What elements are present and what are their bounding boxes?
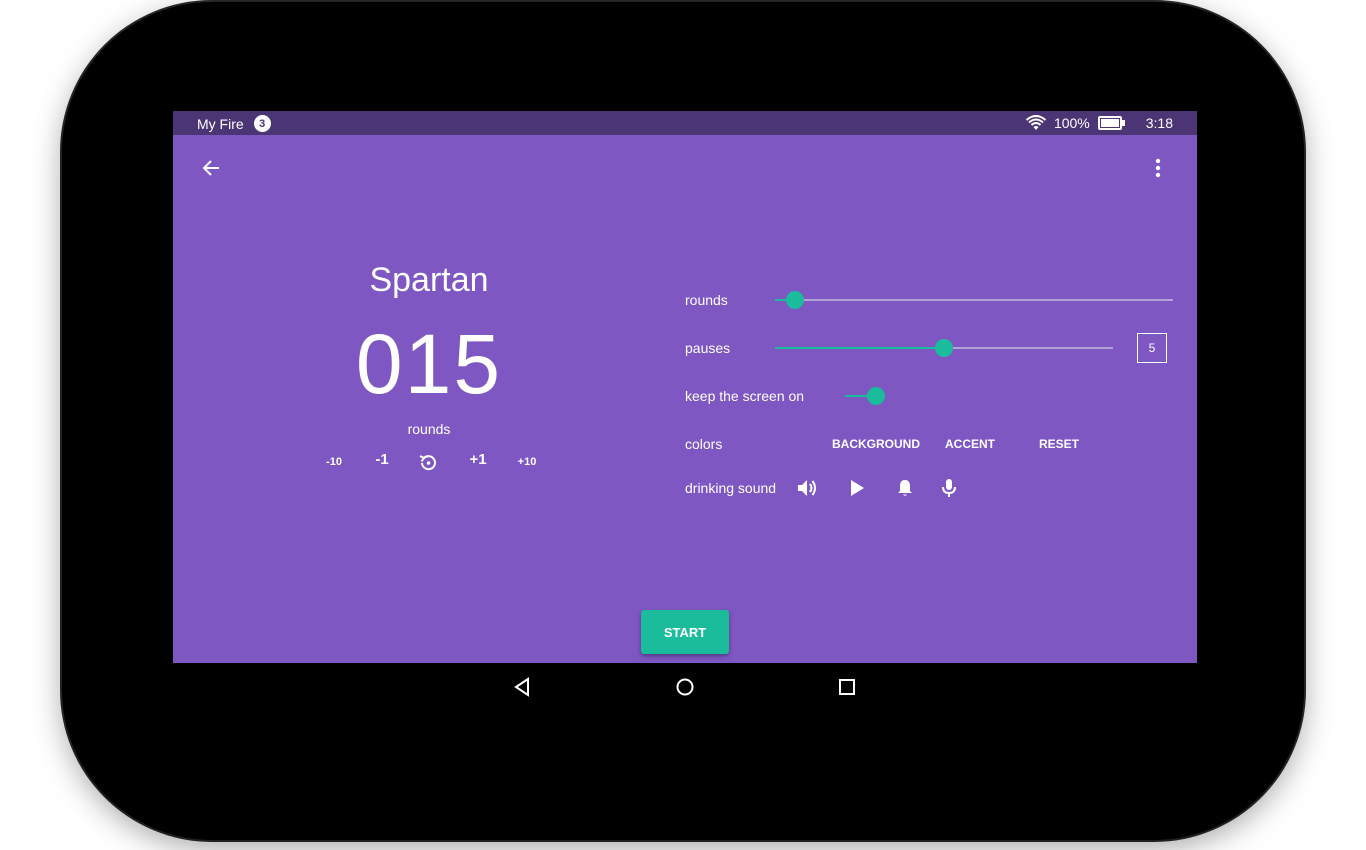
wifi-icon [1025,115,1046,130]
play-icon [851,480,864,496]
app-screen: My Fire 3 100% 3:18 Spartan 015 rounds -… [173,111,1197,663]
pauses-slider-fill [775,347,944,349]
keep-screen-on-switch[interactable] [845,387,885,405]
bell-icon [898,480,912,496]
colors-setting-label: colors [685,436,723,452]
rounds-slider-track [775,299,1173,301]
minus-1-button[interactable]: -1 [369,451,395,468]
volume-icon [798,480,816,496]
status-time: 3:18 [1145,115,1173,131]
arrow-back-icon [202,160,219,176]
reset-colors-button[interactable]: RESET [1039,437,1079,451]
notification-badge: 3 [253,115,271,132]
rounds-slider-thumb[interactable] [786,291,804,309]
overflow-menu-button[interactable] [1145,155,1171,181]
back-triangle-icon [514,677,529,697]
pauses-slider[interactable] [775,339,1113,357]
battery-percent: 100% [1053,115,1090,131]
counter-label: rounds [407,421,451,437]
counter-title: Spartan [369,261,489,299]
rounds-setting-label: rounds [685,292,728,308]
more-vert-icon [1155,158,1161,178]
nav-recents-button[interactable] [836,676,858,698]
status-app-name: My Fire [197,115,244,132]
status-bar: My Fire 3 100% 3:18 [173,111,1197,135]
pauses-value-box[interactable]: 5 [1137,333,1167,363]
reset-icon [419,455,436,471]
keep-screen-on-switch-thumb[interactable] [867,387,885,405]
minus-10-button[interactable]: -10 [319,456,349,468]
recents-square-icon [839,679,855,695]
counter-value: 015 [355,317,503,411]
background-color-button[interactable]: BACKGROUND [832,437,920,451]
sound-mic-button[interactable] [938,477,960,499]
sound-play-button[interactable] [846,477,868,499]
pauses-slider-thumb[interactable] [935,339,953,357]
mic-icon [942,479,956,497]
start-button[interactable]: START [641,610,729,654]
back-button[interactable] [199,155,225,181]
plus-1-button[interactable]: +1 [465,451,491,468]
keep-screen-on-label: keep the screen on [685,388,805,404]
reset-counter-button[interactable] [416,452,440,479]
sound-bell-button[interactable] [894,477,916,499]
battery-icon [1097,116,1125,130]
nav-home-button[interactable] [674,676,696,698]
rounds-slider[interactable] [775,291,1173,309]
plus-10-button[interactable]: +10 [512,456,542,468]
pauses-setting-label: pauses [685,340,731,356]
home-circle-icon [676,678,694,696]
accent-color-button[interactable]: ACCENT [945,437,995,451]
drinking-sound-label: drinking sound [685,480,777,496]
nav-back-button[interactable] [512,676,534,698]
sound-volume-button[interactable] [796,477,818,499]
